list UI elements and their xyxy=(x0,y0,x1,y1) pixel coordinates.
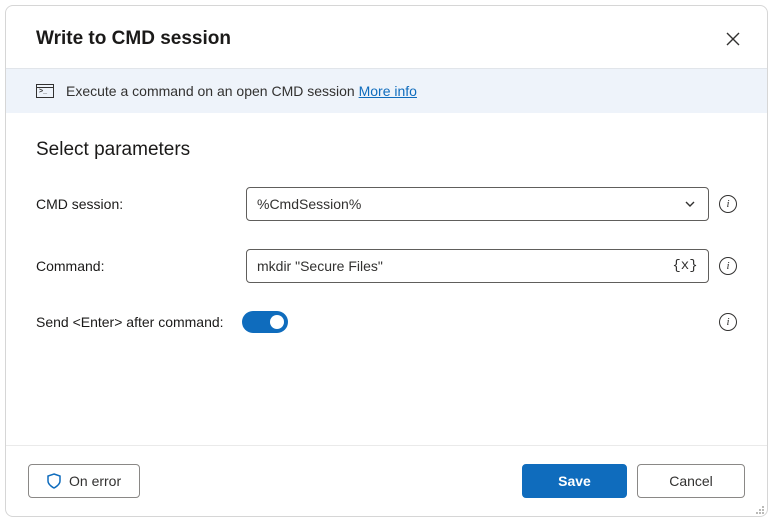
send-enter-toggle[interactable] xyxy=(242,311,288,333)
field-label: Command: xyxy=(36,258,246,274)
dialog-content: Select parameters CMD session: %CmdSessi… xyxy=(6,113,767,445)
section-title: Select parameters xyxy=(36,139,737,161)
field-label: CMD session: xyxy=(36,196,246,212)
help-icon[interactable]: i xyxy=(719,257,737,275)
dialog-header: Write to CMD session xyxy=(6,6,767,68)
write-to-cmd-session-dialog: Write to CMD session Execute a command o… xyxy=(5,5,768,517)
cmd-session-value: %CmdSession% xyxy=(257,196,361,212)
command-input[interactable]: mkdir "Secure Files" {x} xyxy=(246,249,709,283)
info-banner: Execute a command on an open CMD session… xyxy=(6,68,767,113)
help-icon[interactable]: i xyxy=(719,195,737,213)
shield-icon xyxy=(47,473,61,489)
resize-handle[interactable] xyxy=(753,502,765,514)
cancel-button[interactable]: Cancel xyxy=(637,464,745,498)
more-info-link[interactable]: More info xyxy=(359,83,417,99)
cmd-session-select[interactable]: %CmdSession% xyxy=(246,187,709,221)
dialog-title: Write to CMD session xyxy=(36,28,231,50)
on-error-button[interactable]: On error xyxy=(28,464,140,498)
toggle-thumb xyxy=(270,315,284,329)
cmd-icon xyxy=(36,84,54,98)
field-row-command: Command: mkdir "Secure Files" {x} i xyxy=(36,249,737,283)
command-value: mkdir "Secure Files" xyxy=(257,258,672,274)
on-error-label: On error xyxy=(69,473,121,489)
save-button[interactable]: Save xyxy=(522,464,627,498)
close-button[interactable] xyxy=(723,29,743,49)
close-icon xyxy=(726,32,740,46)
help-icon[interactable]: i xyxy=(719,313,737,331)
info-banner-text: Execute a command on an open CMD session… xyxy=(66,83,417,99)
field-row-send-enter: Send <Enter> after command: i xyxy=(36,311,737,333)
dialog-footer: On error Save Cancel xyxy=(6,445,767,516)
field-row-cmd-session: CMD session: %CmdSession% i xyxy=(36,187,737,221)
field-label: Send <Enter> after command: xyxy=(36,314,224,330)
chevron-down-icon xyxy=(682,196,698,212)
variable-picker-button[interactable]: {x} xyxy=(672,256,698,276)
info-banner-desc: Execute a command on an open CMD session xyxy=(66,83,355,99)
